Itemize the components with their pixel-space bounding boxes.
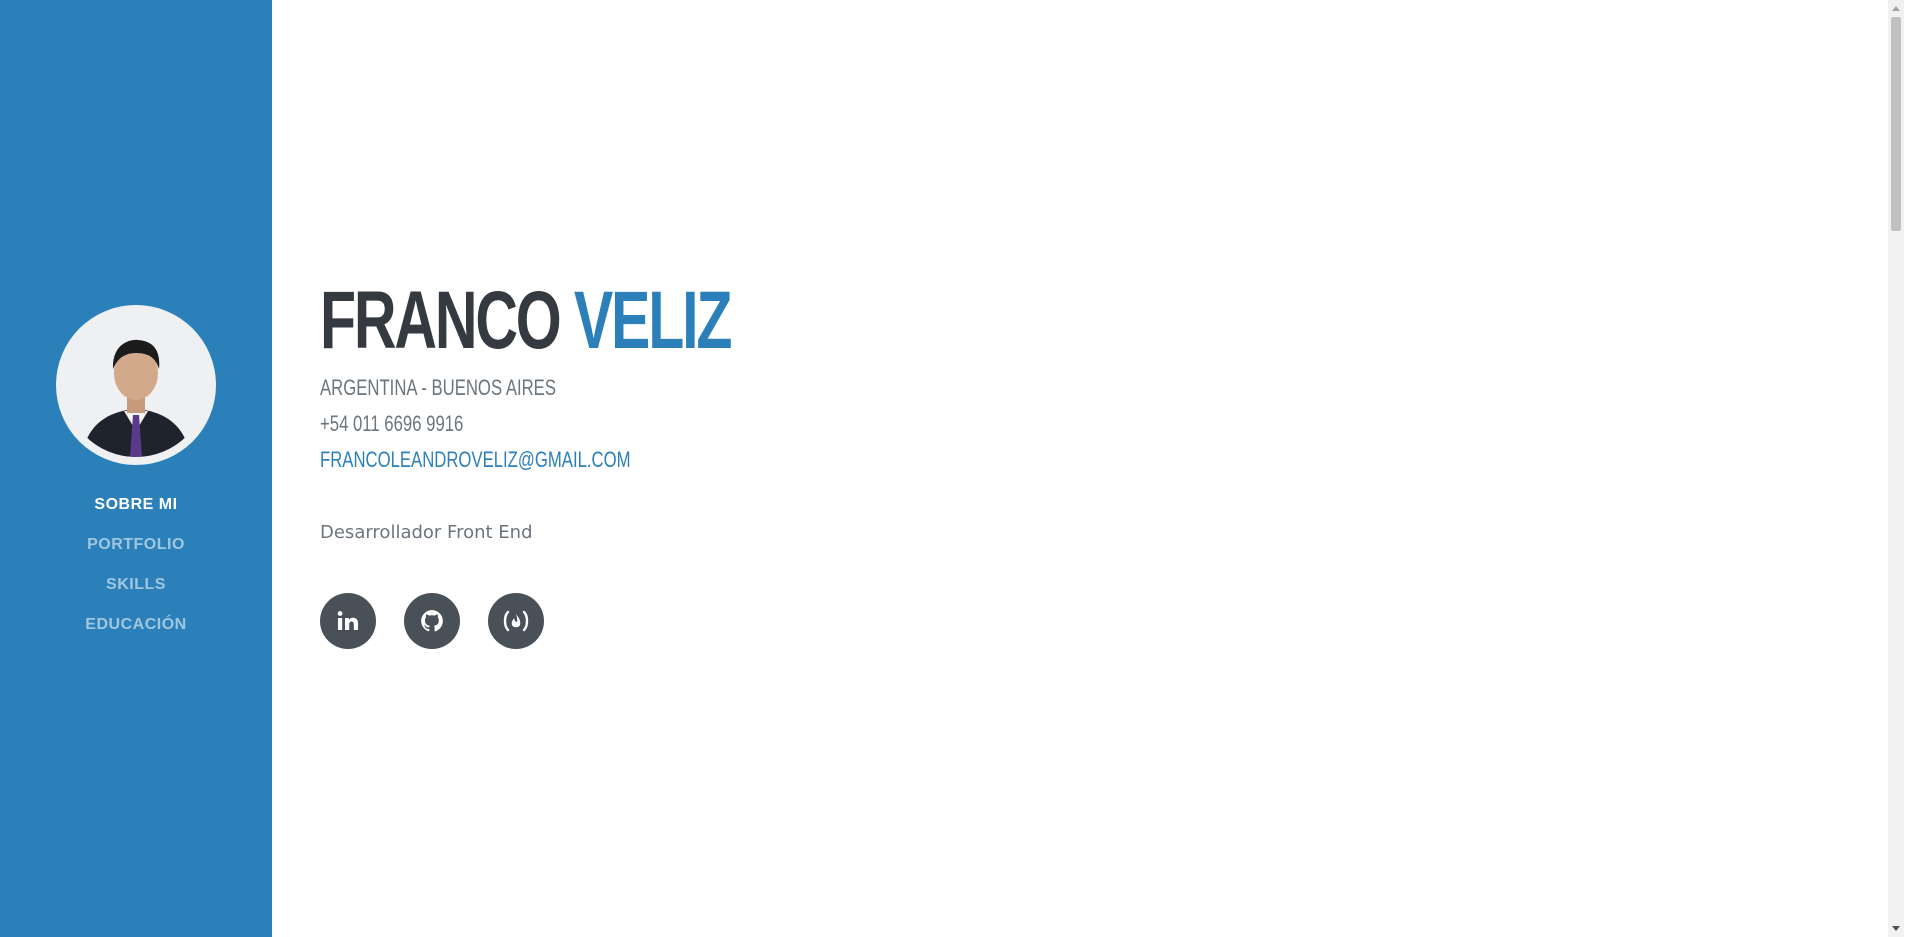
- github-button[interactable]: [404, 593, 460, 649]
- nav-link-sobre-mi[interactable]: SOBRE MI: [94, 496, 177, 513]
- freecodecamp-button[interactable]: [488, 593, 544, 649]
- main-content: FRANCO VELIZ ARGENTINA - BUENOS AIRES +5…: [272, 0, 1904, 937]
- first-name: FRANCO: [320, 275, 562, 366]
- scroll-up-arrow-icon[interactable]: [1888, 0, 1904, 16]
- location: ARGENTINA - BUENOS AIRES: [320, 375, 556, 400]
- email-link[interactable]: FRANCOLEANDROVELIZ@GMAIL.COM: [320, 442, 753, 478]
- nav-link-skills[interactable]: SKILLS: [106, 576, 166, 593]
- sidebar: SOBRE MI PORTFOLIO SKILLS EDUCACIÓN: [0, 0, 272, 937]
- scroll-down-arrow-icon[interactable]: [1888, 921, 1904, 937]
- freecodecamp-icon: [503, 610, 529, 632]
- about-section: FRANCO VELIZ ARGENTINA - BUENOS AIRES +5…: [320, 280, 890, 649]
- vertical-scrollbar[interactable]: [1888, 0, 1904, 937]
- nav-link-educacion[interactable]: EDUCACIÓN: [85, 616, 186, 633]
- page-title: FRANCO VELIZ: [320, 280, 732, 362]
- nav-item-portfolio[interactable]: PORTFOLIO: [85, 525, 186, 565]
- github-icon: [421, 610, 443, 632]
- linkedin-icon: [337, 611, 358, 630]
- nav-item-sobre-mi[interactable]: SOBRE MI: [85, 485, 186, 525]
- scrollbar-thumb[interactable]: [1891, 17, 1901, 231]
- linkedin-button[interactable]: [320, 593, 376, 649]
- tagline: Desarrollador Front End: [320, 522, 533, 543]
- nav-link-portfolio[interactable]: PORTFOLIO: [87, 536, 185, 553]
- sidebar-nav: SOBRE MI PORTFOLIO SKILLS EDUCACIÓN: [85, 485, 186, 645]
- social-links: [320, 593, 890, 649]
- profile-photo: [64, 313, 208, 457]
- profile-avatar: [56, 305, 216, 465]
- phone: +54 011 6696 9916: [320, 411, 464, 436]
- last-name: VELIZ: [573, 275, 733, 366]
- nav-item-skills[interactable]: SKILLS: [85, 565, 186, 605]
- nav-item-educacion[interactable]: EDUCACIÓN: [85, 605, 186, 645]
